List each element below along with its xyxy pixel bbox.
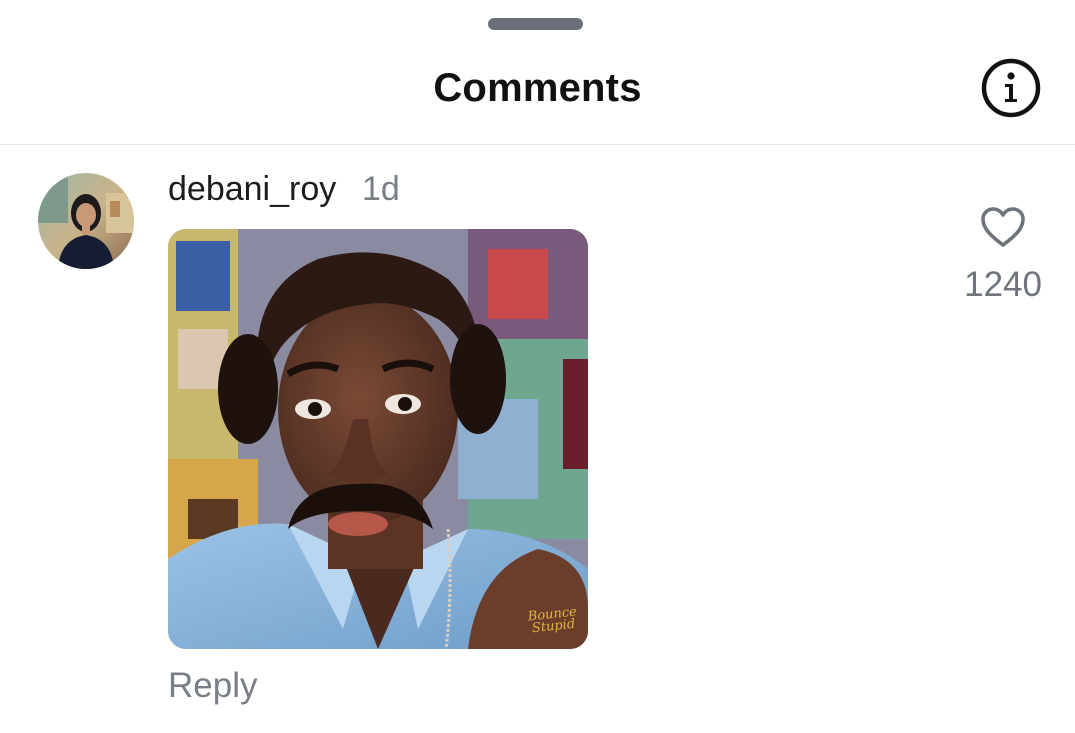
gif-image: [168, 229, 588, 649]
comment-timestamp: 1d: [362, 170, 400, 208]
comments-header: Comments: [0, 40, 1075, 145]
comments-sheet: Comments debani_roy 1d Bounce Stupid 124…: [0, 0, 1075, 733]
info-icon: [981, 58, 1041, 118]
user-avatar-photo: [38, 173, 134, 269]
like-count: 1240: [964, 265, 1042, 304]
comment-username[interactable]: debani_roy: [168, 170, 336, 209]
avatar[interactable]: [38, 173, 134, 269]
like-button[interactable]: [980, 205, 1026, 249]
page-title: Comments: [433, 66, 642, 110]
comment-gif[interactable]: Bounce Stupid: [168, 229, 588, 649]
reply-button[interactable]: Reply: [168, 666, 257, 706]
info-button[interactable]: [980, 57, 1042, 119]
drag-handle[interactable]: [488, 18, 583, 30]
heart-icon: [981, 207, 1025, 247]
